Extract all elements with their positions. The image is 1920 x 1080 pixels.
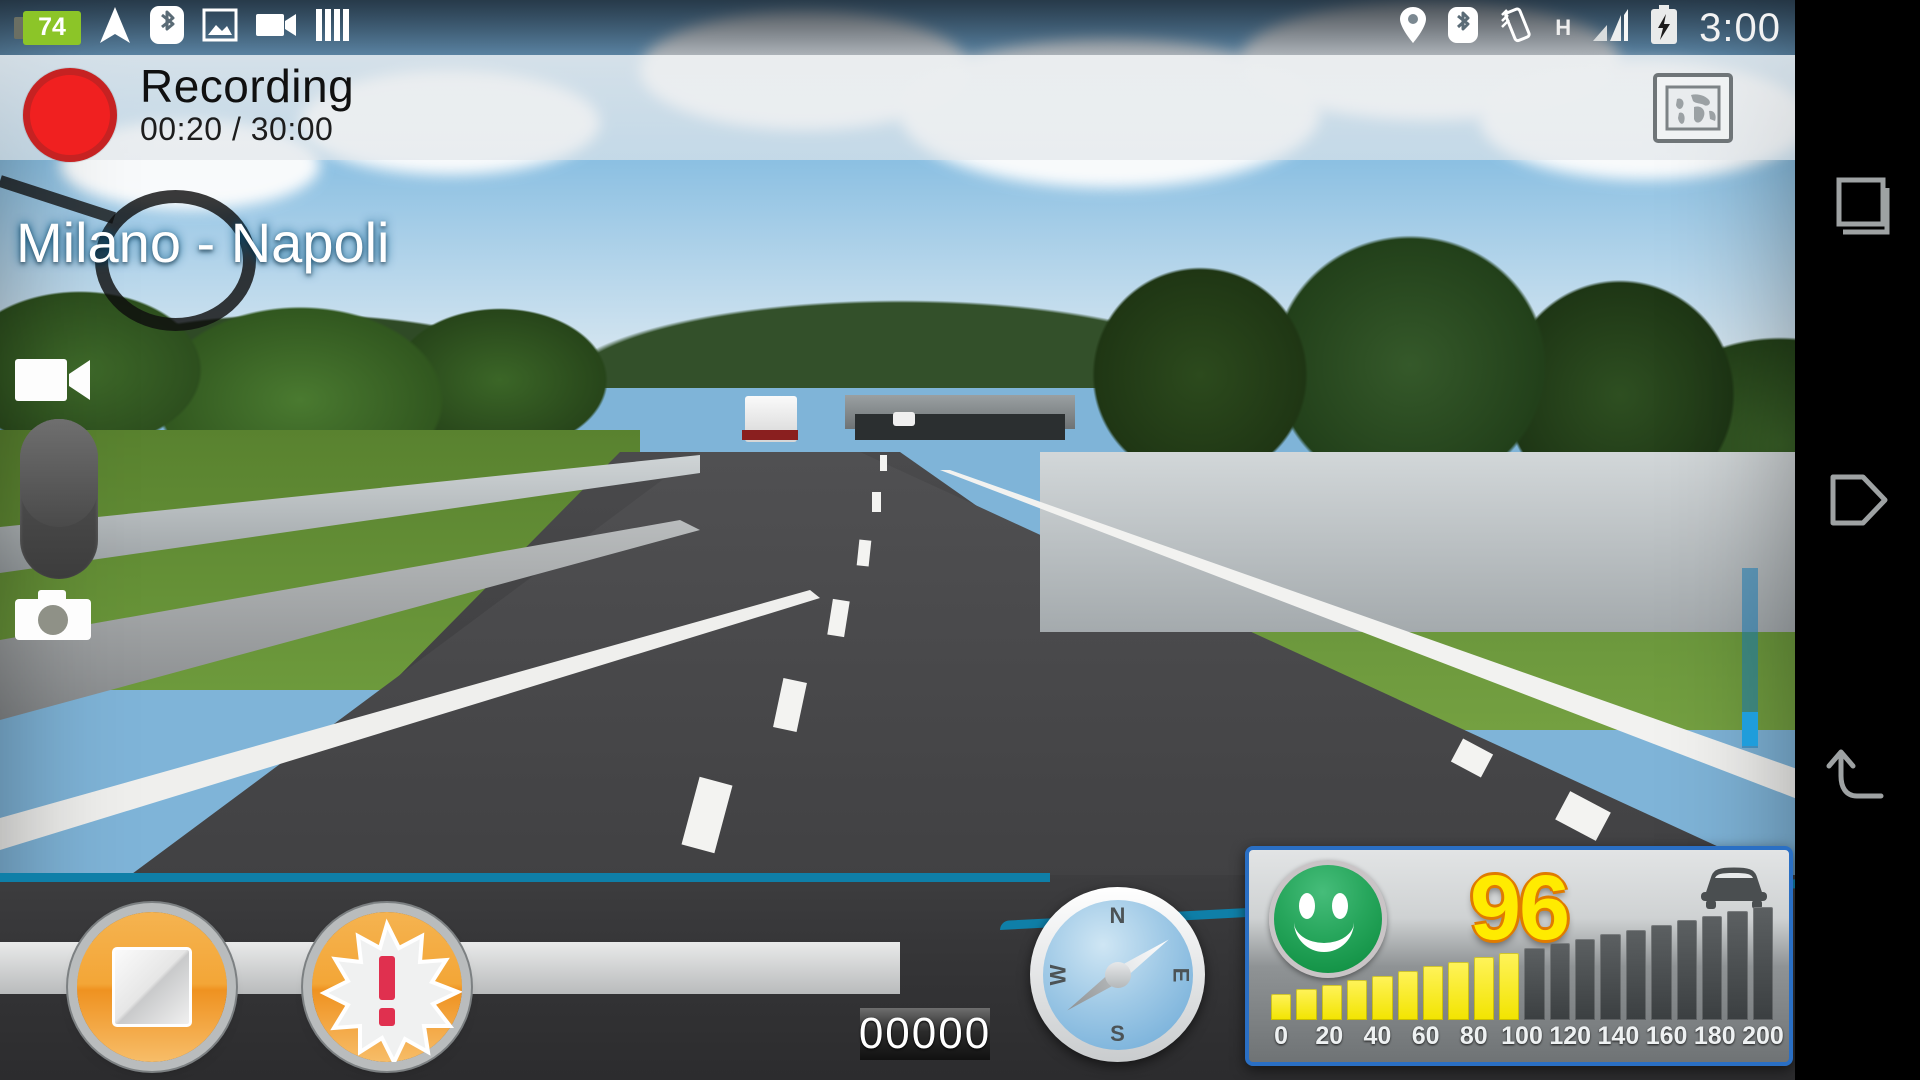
bluetooth-icon	[149, 5, 185, 50]
speed-scale-label: 80	[1459, 1022, 1488, 1050]
speed-bar	[1727, 911, 1748, 1020]
recent-apps-icon	[1836, 177, 1889, 235]
speed-bar	[1752, 906, 1773, 1020]
back-button[interactable]	[1795, 700, 1920, 850]
recording-timer: 00:20 / 30:00	[140, 111, 334, 147]
speed-scale-label: 120	[1549, 1022, 1592, 1050]
compass-gauge: N E S W	[1030, 887, 1205, 1062]
speed-bar	[1625, 929, 1647, 1020]
speed-bar	[1575, 938, 1596, 1020]
dashcam-app-screen: 74 H 3:00 Recording 00:20 / 30:00 Milano…	[0, 0, 1920, 1080]
capture-mode-controls	[14, 355, 104, 641]
recording-info: Recording 00:20 / 30:00	[140, 63, 354, 149]
network-type-icon: H	[1555, 14, 1572, 40]
world-map-icon	[1665, 85, 1721, 131]
speed-bar	[1347, 980, 1368, 1020]
speed-bar	[1372, 975, 1393, 1020]
vibrate-icon	[1499, 6, 1535, 49]
speed-bar	[1271, 994, 1292, 1020]
speed-scale-label: 140	[1597, 1022, 1640, 1050]
speed-bar	[1600, 934, 1621, 1020]
odometer-value: 00000	[858, 1009, 992, 1058]
recording-status-bar: Recording 00:20 / 30:00	[0, 55, 1795, 162]
compass-east-label: E	[1168, 967, 1194, 982]
speed-scale-label: 40	[1363, 1022, 1392, 1050]
speed-bar	[1549, 943, 1571, 1020]
hud-accent-line	[0, 873, 1050, 882]
speed-bar	[1499, 952, 1520, 1020]
signal-bars-icon	[1591, 7, 1629, 48]
recent-apps-button[interactable]	[1795, 130, 1920, 280]
recording-status-label: Recording	[140, 60, 355, 112]
speed-bar-gauge	[1271, 902, 1773, 1020]
video-mode-icon[interactable]	[14, 355, 92, 407]
speed-scale-label: 20	[1315, 1022, 1344, 1050]
bluetooth-icon	[1447, 6, 1479, 49]
speed-bar	[1321, 984, 1343, 1020]
battery-badge-value: 74	[23, 10, 81, 45]
compass-hub	[1104, 961, 1131, 988]
photo-camera-icon[interactable]	[14, 589, 92, 641]
location-pin-icon	[1399, 6, 1427, 49]
speed-scale-label: 0	[1274, 1022, 1288, 1050]
home-button[interactable]	[1795, 425, 1920, 575]
speed-bar	[1651, 925, 1672, 1020]
android-status-bar: 74 H 3:00	[0, 0, 1795, 55]
emergency-alert-button[interactable]	[312, 912, 464, 1067]
speed-bar	[1676, 920, 1697, 1020]
compass-west-label: W	[1044, 964, 1070, 985]
battery-badge-icon: 74	[14, 10, 81, 45]
android-navigation-bar	[1795, 0, 1920, 1080]
battery-charging-icon	[1649, 5, 1679, 50]
speed-scale-label: 100	[1501, 1022, 1543, 1050]
map-view-button[interactable]	[1653, 73, 1733, 143]
navigation-arrow-icon	[98, 5, 132, 50]
alert-burst-icon	[319, 918, 464, 1067]
speed-bar	[1423, 966, 1444, 1020]
speed-bar	[1296, 989, 1317, 1020]
status-bar-right-icons: H 3:00	[1399, 0, 1781, 55]
speed-scale-label: 160	[1645, 1022, 1688, 1050]
mode-slider-handle[interactable]	[20, 419, 98, 527]
speed-scale-label: 200	[1742, 1022, 1784, 1050]
home-icon	[1830, 474, 1887, 526]
equalizer-bars-icon	[314, 7, 350, 48]
speed-bar	[1397, 971, 1419, 1020]
stop-square-icon	[112, 947, 192, 1027]
compass-north-label: N	[1109, 902, 1126, 928]
trip-title: Milano - Napoli	[16, 211, 390, 274]
compass-south-label: S	[1110, 1020, 1125, 1046]
bottom-hud: 00000 N E S W 96 0 20 40 60 80 100 120 1…	[0, 840, 1830, 1080]
speed-bar	[1701, 915, 1723, 1020]
speed-bar	[1473, 957, 1495, 1020]
speed-bar	[1524, 948, 1545, 1020]
screenshot-image-icon	[202, 8, 238, 47]
status-bar-clock: 3:00	[1699, 5, 1781, 50]
battery-badge-nub	[14, 16, 23, 39]
stop-recording-button[interactable]	[77, 912, 227, 1062]
back-arrow-icon	[1826, 749, 1883, 799]
speed-panel: 96 0 20 40 60 80 100 120 140 160 180 200	[1245, 846, 1793, 1066]
zoom-handle[interactable]	[1742, 712, 1758, 746]
speed-scale-label: 60	[1411, 1022, 1440, 1050]
compass-face: N E S W	[1042, 899, 1194, 1050]
speed-scale: 0 20 40 60 80 100 120 140 160 180 200	[1271, 1022, 1784, 1054]
mode-slider[interactable]	[20, 419, 98, 579]
speed-bar	[1448, 961, 1469, 1020]
odometer-display: 00000	[858, 1008, 992, 1060]
status-bar-left-icons: 74	[14, 0, 350, 55]
speed-scale-label: 180	[1693, 1022, 1736, 1050]
record-indicator-icon	[23, 68, 117, 162]
video-camera-icon	[255, 11, 297, 44]
